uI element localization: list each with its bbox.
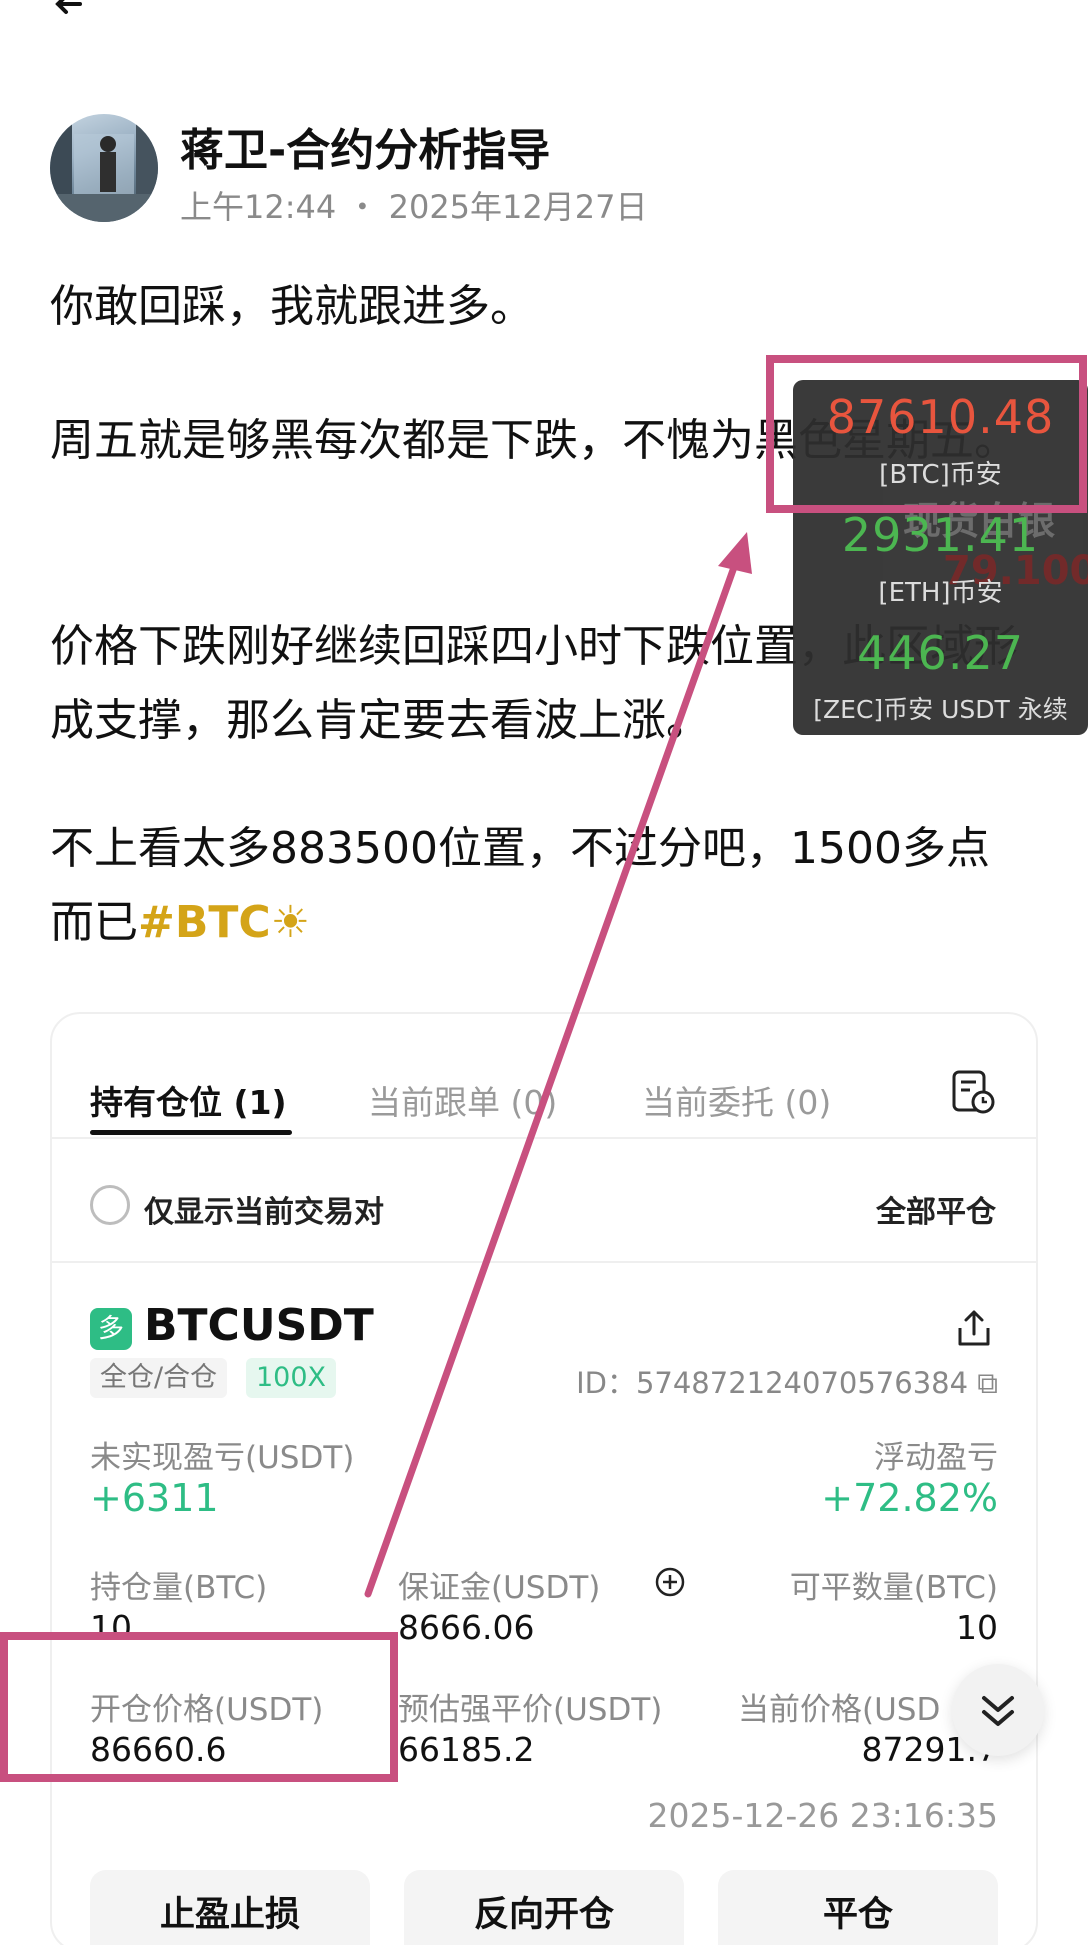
position-symbol[interactable]: BTCUSDT <box>144 1300 374 1351</box>
closable-qty-label: 可平数量(BTC) <box>789 1570 998 1606</box>
ticker-btc-name: [BTC]币安 <box>879 460 1002 490</box>
mark-price-label: 当前价格(USD <box>738 1692 941 1728</box>
share-icon[interactable] <box>952 1306 996 1350</box>
post-timestamp: 上午12:44 ・ 2025年12月27日 <box>180 182 647 228</box>
unrealized-pnl-value: +6311 <box>90 1476 219 1520</box>
filter-row: 仅显示当前交易对 全部平仓 <box>52 1141 1036 1263</box>
current-pair-only-radio[interactable] <box>90 1185 130 1225</box>
avatar[interactable] <box>50 114 158 222</box>
history-icon[interactable] <box>950 1068 998 1116</box>
copy-icon[interactable]: ⧉ <box>977 1366 998 1400</box>
author-name[interactable]: 蒋卫-合约分析指导 <box>180 114 550 178</box>
liq-price-value: 66185.2 <box>398 1730 535 1769</box>
meta-separator: ・ <box>346 188 379 226</box>
position-open-time: 2025-12-26 23:16:35 <box>647 1796 998 1835</box>
ticker-eth-price: 2931.41 <box>841 508 1040 562</box>
entry-price-label: 开仓价格(USDT) <box>90 1692 324 1728</box>
reverse-position-button[interactable]: 反向开仓 <box>404 1870 684 1945</box>
margin-value: 8666.06 <box>398 1608 535 1647</box>
close-position-button[interactable]: 平仓 <box>718 1870 998 1945</box>
more-icon[interactable] <box>985 0 1045 16</box>
ticker-btc-price: 87610.48 <box>826 390 1055 444</box>
liq-price-label: 预估强平价(USDT) <box>398 1692 663 1728</box>
post-date: 2025年12月27日 <box>388 188 648 226</box>
post-paragraph-1: 你敢回踩，我就跟进多。 <box>50 281 534 332</box>
roe-label: 浮动盈亏 <box>874 1440 998 1476</box>
position-size-label: 持仓量(BTC) <box>90 1570 268 1606</box>
current-pair-only-label[interactable]: 仅显示当前交易对 <box>144 1187 384 1231</box>
ticker-zec-price: 446.27 <box>857 626 1024 680</box>
active-tab-indicator <box>90 1130 292 1135</box>
roe-value: +72.82% <box>821 1476 998 1520</box>
tpsl-button[interactable]: 止盈止损 <box>90 1870 370 1945</box>
unrealized-pnl-label: 未实现盈亏(USDT) <box>90 1440 355 1476</box>
back-arrow-icon[interactable] <box>52 0 88 22</box>
post-time: 上午12:44 <box>180 188 337 226</box>
closable-qty-value: 10 <box>956 1608 998 1647</box>
long-side-badge: 多 <box>90 1308 132 1350</box>
position-tabs: 持有仓位 (1) 当前跟单 (0) 当前委托 (0) <box>52 1014 1036 1139</box>
margin-label: 保证金(USDT) <box>398 1570 601 1606</box>
annotation-arrow-head <box>718 532 752 574</box>
position-id-text: ID：574872124070576384 <box>576 1366 969 1400</box>
hashtag-link[interactable]: #BTC☀ <box>138 897 310 948</box>
add-margin-icon[interactable] <box>654 1566 686 1598</box>
tab-open-positions[interactable]: 持有仓位 (1) <box>90 1076 287 1124</box>
position-size-value: 10 <box>90 1608 132 1647</box>
ticker-zec-name: [ZEC]币安 USDT 永续 <box>813 695 1068 724</box>
leverage-tag: 100X <box>246 1358 337 1398</box>
tab-copy-orders[interactable]: 当前跟单 (0) <box>368 1076 557 1124</box>
top-bar <box>0 0 1088 30</box>
position-card: 持有仓位 (1) 当前跟单 (0) 当前委托 (0) 仅显示当前交易对 全部平仓… <box>50 1012 1044 1945</box>
double-chevron-down-icon <box>982 1696 1014 1726</box>
margin-mode-tag: 全仓/合仓 <box>90 1358 228 1398</box>
close-all-button[interactable]: 全部平仓 <box>876 1187 996 1231</box>
price-ticker-overlay: 现货白银 79.100 87610.48 [BTC]币安 2931.41 [ET… <box>793 380 1088 735</box>
position-id: ID：574872124070576384 ⧉ <box>576 1360 998 1402</box>
entry-price-value: 86660.6 <box>90 1730 227 1769</box>
scroll-down-button[interactable] <box>952 1664 1044 1756</box>
ticker-eth-name: [ETH]币安 <box>878 578 1003 608</box>
tab-open-orders[interactable]: 当前委托 (0) <box>642 1076 831 1124</box>
post-paragraph-4: 不上看太多883500位置，不过分吧，1500多点而已#BTC☀ <box>50 812 1030 960</box>
